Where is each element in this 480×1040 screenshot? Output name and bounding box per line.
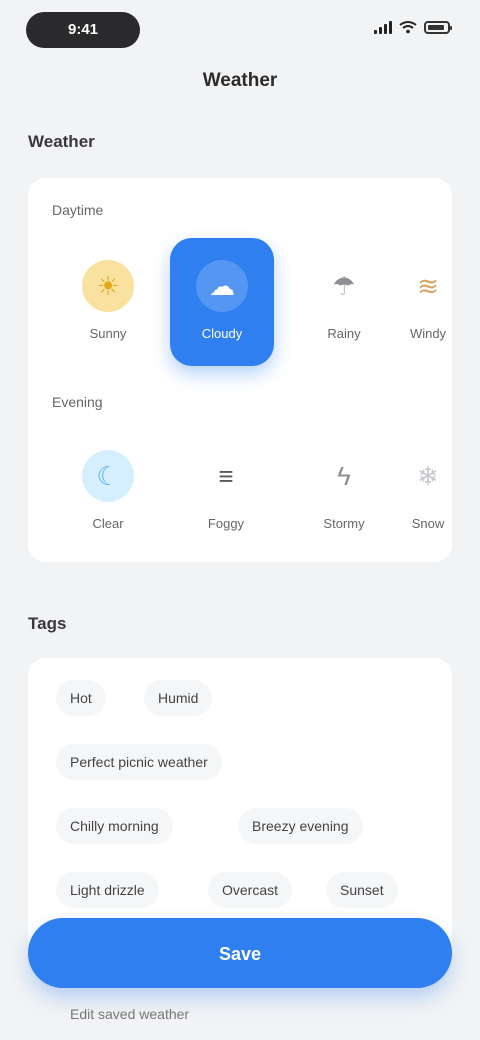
section-label-weather: Weather	[28, 132, 95, 151]
tag-chip[interactable]: Hot	[56, 680, 106, 716]
tags-card: Hot Humid Perfect picnic weather Chilly …	[28, 658, 452, 958]
tag-chip[interactable]: Perfect picnic weather	[56, 744, 222, 780]
sun-icon: ☀	[82, 260, 134, 312]
tag-chip[interactable]: Sunset	[326, 872, 398, 908]
option-clear[interactable]: ☾ Clear	[56, 428, 160, 556]
option-snow[interactable]: ❄ Snow	[404, 428, 452, 556]
option-label: Windy	[409, 326, 447, 341]
group-label-evening: Evening	[52, 394, 103, 410]
lightning-icon: ϟ	[337, 460, 351, 491]
option-row-daytime: ☀ Sunny ☁ Cloudy ☂ Rainy ≋ Windy	[28, 238, 452, 378]
wind-icon: ≋	[417, 270, 439, 301]
option-rainy[interactable]: ☂ Rainy	[292, 238, 396, 366]
tag-chip[interactable]: Breezy evening	[238, 808, 363, 844]
option-label: Snow	[411, 516, 445, 531]
signal-icon	[374, 20, 392, 34]
option-cloudy[interactable]: ☁ Cloudy	[170, 238, 274, 366]
tag-chip[interactable]: Light drizzle	[56, 872, 159, 908]
status-icons	[374, 20, 452, 34]
option-foggy[interactable]: ≡ Foggy	[174, 428, 278, 556]
page-title: Weather	[202, 70, 278, 91]
option-row-evening: ☾ Clear ≡ Foggy ϟ Stormy ❄ Snow	[28, 428, 452, 568]
section-label-tags: Tags	[28, 614, 67, 633]
footer-link[interactable]: Edit saved weather	[70, 1006, 189, 1022]
option-stormy[interactable]: ϟ Stormy	[292, 428, 396, 556]
moon-icon: ☾	[82, 450, 134, 502]
tag-chip[interactable]: Overcast	[208, 872, 293, 908]
wifi-icon	[399, 21, 417, 34]
snow-icon: ❄	[417, 460, 439, 491]
tag-chip[interactable]: Chilly morning	[56, 808, 173, 844]
option-windy[interactable]: ≋ Windy	[404, 238, 452, 366]
option-sunny[interactable]: ☀ Sunny	[56, 238, 160, 366]
cloud-icon: ☁	[196, 260, 248, 312]
option-label: Rainy	[327, 326, 361, 341]
fog-icon: ≡	[218, 460, 234, 491]
weather-card: Daytime ☀ Sunny ☁ Cloudy ☂ Rainy ≋ Windy…	[28, 178, 452, 562]
option-label: Sunny	[89, 326, 127, 341]
option-label: Clear	[92, 516, 124, 531]
option-label: Foggy	[207, 516, 245, 531]
group-label-daytime: Daytime	[52, 202, 104, 218]
battery-icon	[424, 20, 452, 34]
option-label: Cloudy	[201, 326, 243, 341]
status-time: 9:41	[67, 21, 99, 38]
save-button[interactable]: Save	[28, 918, 452, 988]
option-label: Stormy	[323, 516, 365, 531]
tag-chip[interactable]: Humid	[144, 680, 213, 716]
umbrella-icon: ☂	[332, 270, 356, 301]
status-bar: 9:41	[0, 0, 480, 64]
